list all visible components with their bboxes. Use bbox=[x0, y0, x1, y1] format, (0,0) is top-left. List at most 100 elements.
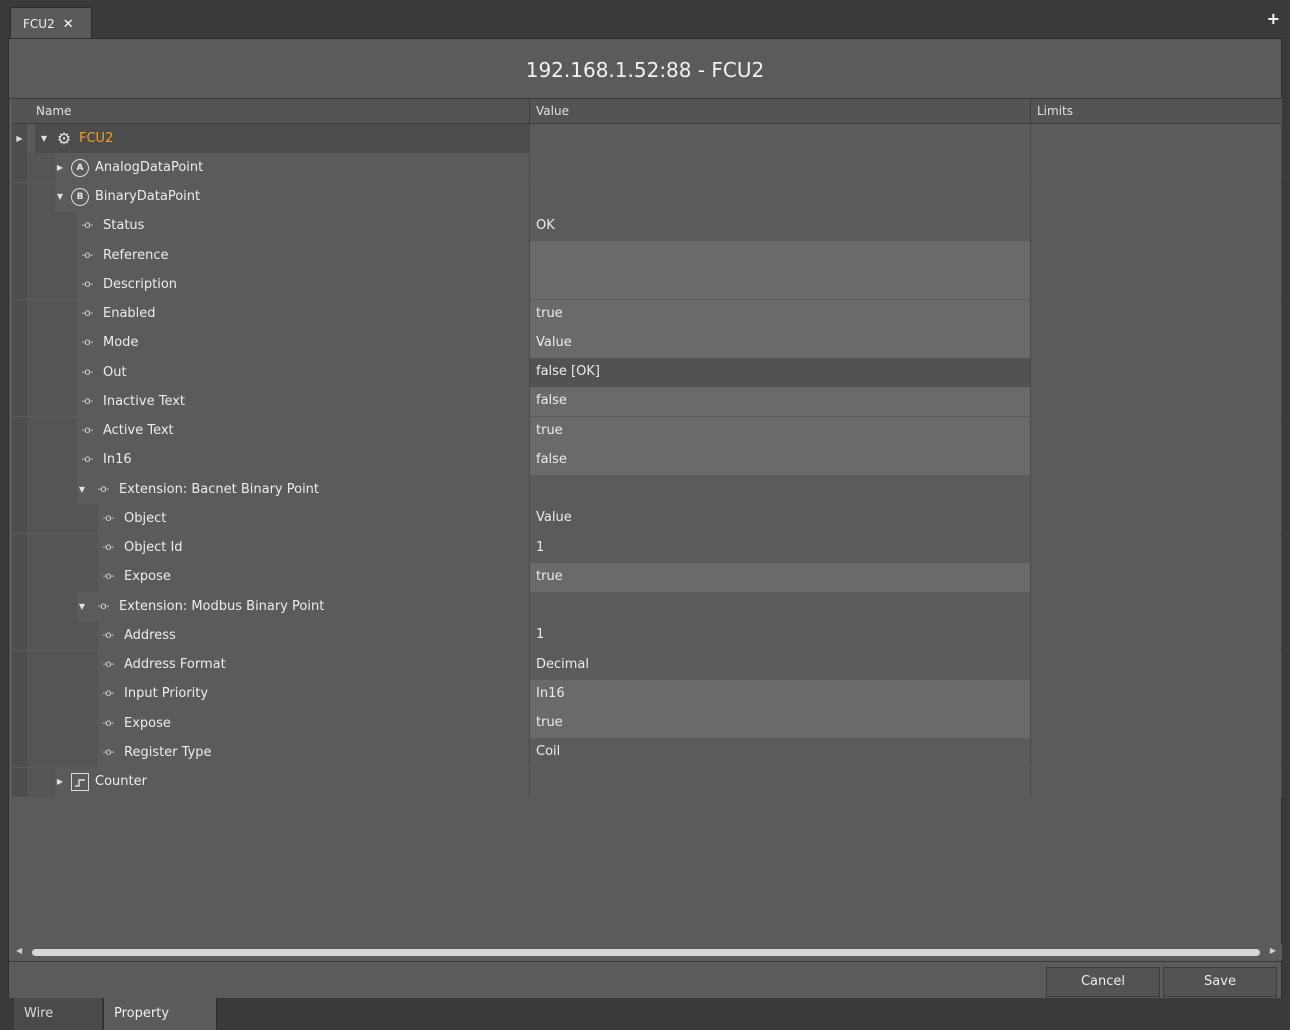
row-label: FCU2 bbox=[79, 130, 114, 146]
tab-property-sheet[interactable]: Property Sheet bbox=[103, 998, 217, 1030]
name-cell: -o- Out bbox=[27, 358, 530, 387]
table-row[interactable]: -o- Mode Value bbox=[12, 328, 1282, 358]
table-row[interactable]: -o- Status OK bbox=[12, 211, 1282, 241]
value-cell[interactable]: true bbox=[530, 299, 1031, 329]
value-cell[interactable] bbox=[530, 270, 1031, 300]
indent-guide bbox=[27, 533, 98, 563]
expand-arrow-icon[interactable]: ▶ bbox=[55, 778, 65, 786]
limits-cell bbox=[1031, 767, 1282, 797]
expand-arrow-icon[interactable]: ▶ bbox=[55, 163, 65, 172]
table-row[interactable]: -o- Enabled true bbox=[12, 299, 1282, 329]
row-gutter bbox=[12, 241, 27, 270]
name-cell: -o- Input Priority bbox=[27, 679, 530, 709]
row-expand-icon[interactable]: ▶ bbox=[12, 124, 27, 153]
row-label: Address bbox=[124, 627, 176, 643]
table-header: Name Value Limits bbox=[12, 99, 1282, 124]
collapse-arrow-icon[interactable]: ▼ bbox=[77, 602, 87, 611]
value-cell[interactable]: false bbox=[530, 445, 1031, 475]
name-cell: ▼ -o- Extension: Bacnet Binary Point bbox=[27, 475, 530, 504]
table-row[interactable]: -o- Active Text true bbox=[12, 416, 1282, 446]
property-icon: -o- bbox=[102, 512, 115, 524]
limits-cell bbox=[1031, 182, 1282, 212]
name-cell: ▶ A AnalogDataPoint bbox=[27, 153, 530, 183]
name-cell: -o- Inactive Text bbox=[27, 387, 530, 417]
value-cell bbox=[530, 124, 1031, 153]
table-row[interactable]: -o- Input Priority In16 bbox=[12, 679, 1282, 709]
row-gutter bbox=[12, 709, 27, 738]
limits-cell bbox=[1031, 270, 1282, 300]
column-header-value[interactable]: Value bbox=[530, 99, 1031, 124]
table-row[interactable]: -o- Expose true bbox=[12, 709, 1282, 738]
table-row[interactable]: ▶ A AnalogDataPoint bbox=[12, 153, 1282, 183]
table-row[interactable]: -o- Address Format Decimal bbox=[12, 650, 1282, 680]
close-icon[interactable]: ✕ bbox=[63, 18, 74, 31]
value-cell bbox=[530, 153, 1031, 183]
scrollbar-thumb[interactable] bbox=[32, 949, 1260, 956]
table-row[interactable]: -o- Description bbox=[12, 270, 1282, 300]
property-icon: -o- bbox=[97, 483, 110, 495]
table-row[interactable]: ▶ Counter bbox=[12, 767, 1282, 797]
scroll-right-icon[interactable]: ▶ bbox=[1270, 946, 1276, 955]
value-cell bbox=[530, 475, 1031, 504]
row-gutter bbox=[12, 475, 27, 504]
table-row[interactable]: -o- Expose true bbox=[12, 562, 1282, 592]
name-cell: -o- Expose bbox=[27, 562, 530, 592]
row-gutter bbox=[12, 533, 27, 563]
row-label: Expose bbox=[124, 715, 171, 731]
table-row[interactable]: -o- Reference bbox=[12, 241, 1282, 270]
value-cell[interactable]: Value bbox=[530, 328, 1031, 358]
save-button[interactable]: Save bbox=[1163, 967, 1277, 997]
column-header-limits[interactable]: Limits bbox=[1031, 99, 1282, 124]
name-cell: ▼ B BinaryDataPoint bbox=[27, 182, 530, 212]
property-icon: -o- bbox=[81, 308, 94, 319]
row-label: Status bbox=[103, 218, 145, 234]
table-row[interactable]: ▶ ▼ ⚙ FCU2 bbox=[12, 124, 1282, 153]
row-label: AnalogDataPoint bbox=[95, 159, 204, 175]
limits-cell bbox=[1031, 387, 1282, 417]
scroll-left-icon[interactable]: ◀ bbox=[16, 946, 22, 955]
table-row[interactable]: -o- Inactive Text false bbox=[12, 387, 1282, 417]
add-tab-button[interactable]: + bbox=[1267, 11, 1280, 27]
value-cell[interactable]: In16 bbox=[530, 679, 1031, 709]
row-gutter bbox=[12, 738, 27, 768]
limits-cell bbox=[1031, 241, 1282, 270]
collapse-arrow-icon[interactable]: ▼ bbox=[55, 193, 65, 201]
table-row[interactable]: -o- Out false [OK] bbox=[12, 358, 1282, 387]
table-row[interactable]: -o- Object Id 1 bbox=[12, 533, 1282, 563]
column-header-name[interactable]: Name bbox=[27, 99, 530, 124]
indent-guide bbox=[27, 445, 77, 475]
value-cell[interactable]: true bbox=[530, 562, 1031, 592]
property-icon: -o- bbox=[102, 717, 115, 729]
limits-cell bbox=[1031, 621, 1282, 651]
counter-icon bbox=[71, 773, 89, 791]
table-row[interactable]: -o- Address 1 bbox=[12, 621, 1282, 651]
indent-guide bbox=[27, 592, 77, 621]
value-cell[interactable]: false bbox=[530, 387, 1031, 417]
table-row[interactable]: ▼ B BinaryDataPoint bbox=[12, 182, 1282, 212]
row-gutter bbox=[12, 621, 27, 651]
value-cell bbox=[530, 592, 1031, 621]
value-cell: Coil bbox=[530, 738, 1031, 768]
table-row[interactable]: -o- In16 false bbox=[12, 445, 1282, 475]
value-cell bbox=[530, 182, 1031, 212]
collapse-arrow-icon[interactable]: ▼ bbox=[77, 485, 87, 494]
row-gutter bbox=[12, 679, 27, 709]
table-row[interactable]: -o- Register Type Coil bbox=[12, 738, 1282, 768]
property-icon: -o- bbox=[81, 220, 94, 232]
limits-cell bbox=[1031, 328, 1282, 358]
value-cell[interactable] bbox=[530, 241, 1031, 270]
row-gutter bbox=[12, 767, 27, 797]
table-row[interactable]: ▼ -o- Extension: Modbus Binary Point bbox=[12, 592, 1282, 621]
table-row[interactable]: ▼ -o- Extension: Bacnet Binary Point bbox=[12, 475, 1282, 504]
limits-cell bbox=[1031, 738, 1282, 768]
row-label: Enabled bbox=[103, 306, 156, 321]
row-label: Out bbox=[103, 364, 127, 380]
collapse-arrow-icon[interactable]: ▼ bbox=[39, 134, 49, 143]
table-row[interactable]: -o- Object Value bbox=[12, 504, 1282, 534]
value-cell[interactable]: true bbox=[530, 709, 1031, 738]
cancel-button[interactable]: Cancel bbox=[1046, 967, 1160, 997]
document-tab-fcu2[interactable]: FCU2 ✕ bbox=[10, 7, 92, 40]
horizontal-scrollbar[interactable]: ◀ ▶ bbox=[12, 944, 1282, 960]
tab-wire-sheet[interactable]: Wire Sheet bbox=[14, 998, 102, 1030]
value-cell[interactable]: true bbox=[530, 416, 1031, 446]
